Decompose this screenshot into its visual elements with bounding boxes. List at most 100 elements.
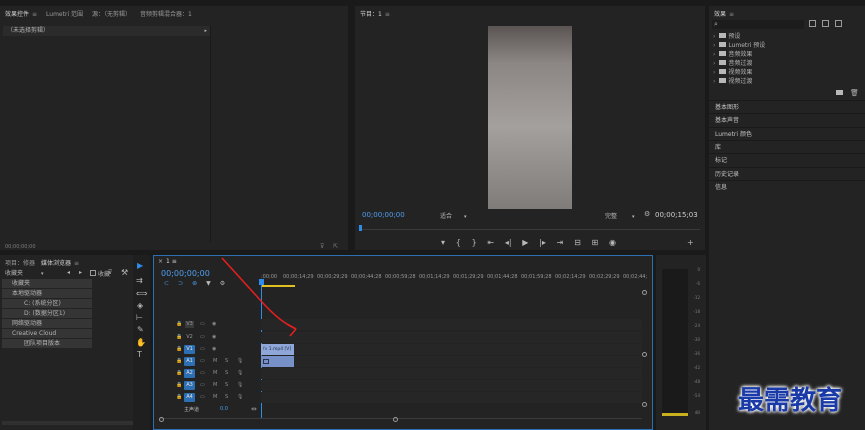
tree-item[interactable]: 收藏夹 <box>2 279 92 288</box>
lock-icon[interactable]: 🔒 <box>176 321 182 327</box>
track-label-a4[interactable]: A4 <box>184 393 195 402</box>
toggle-sync-icon[interactable]: ▭ <box>200 321 205 327</box>
video-clip[interactable]: fx 1.mp4 [V] <box>261 344 294 355</box>
type-tool-icon[interactable]: T <box>137 351 142 359</box>
mic-icon[interactable]: 🎙 <box>237 370 243 376</box>
mute-button[interactable]: M <box>213 358 217 364</box>
linked-selection-icon[interactable]: ⊃ <box>178 280 183 288</box>
panel-markers[interactable]: 标记 <box>709 153 865 166</box>
filter-icon[interactable]: ⊽ <box>108 269 112 276</box>
effects-search-input[interactable]: ⌕ <box>712 20 804 29</box>
mute-button[interactable]: M <box>213 394 217 400</box>
quality-dropdown[interactable]: 完整 ▾ <box>605 211 635 220</box>
track-label-v1[interactable]: V1 <box>184 345 195 354</box>
tab-sequence-1[interactable]: 1 ≡ <box>166 258 177 265</box>
effects-folder[interactable]: › 音频效果 <box>711 50 861 59</box>
slip-tool-icon[interactable]: ⊢ <box>136 314 143 322</box>
toggle-sync-icon[interactable]: ▭ <box>200 370 205 376</box>
wrench-icon[interactable]: ⚒ <box>121 269 128 277</box>
toggle-sync-icon[interactable]: ▭ <box>200 334 205 340</box>
tree-item[interactable]: D: (数据分区1) <box>2 309 92 318</box>
track-label-v3[interactable]: V3 <box>184 320 195 329</box>
tree-item[interactable]: 团队项目版本 <box>2 339 92 348</box>
mute-button[interactable]: M <box>213 370 217 376</box>
go-to-out-icon[interactable]: ⇥ <box>557 239 564 248</box>
track-lane-v2[interactable] <box>261 332 642 343</box>
track-lane-v1[interactable] <box>261 344 642 355</box>
effect-controls-timecode[interactable]: 00;00;00;00 <box>5 244 36 250</box>
mark-out-icon[interactable]: } <box>472 239 477 248</box>
track-lane-a3[interactable] <box>261 380 642 391</box>
lock-icon[interactable]: 🔒 <box>176 346 182 352</box>
tab-source[interactable]: 源：（无剪辑） <box>92 9 131 18</box>
toggle-sync-icon[interactable]: ▭ <box>200 358 205 364</box>
tab-audio-clip-mixer[interactable]: 音频剪辑混合器：1 <box>140 9 192 18</box>
mark-in-icon[interactable]: { <box>456 239 461 248</box>
timeline-ruler[interactable]: :00;00 00;00;14;29 00;00;29;29 00;00;44;… <box>261 272 647 288</box>
audio-clip[interactable] <box>261 356 294 367</box>
overwrite-icon[interactable]: ⊞ <box>592 239 599 248</box>
mic-icon[interactable]: 🎙 <box>237 382 243 388</box>
track-select-tool-icon[interactable]: ⇉ <box>136 277 143 285</box>
razor-tool-icon[interactable]: ◈ <box>137 302 143 310</box>
effects-folder[interactable]: › 视频过渡 <box>711 77 861 86</box>
tree-item[interactable]: 网络驱动器 <box>2 319 92 328</box>
tab-program[interactable]: 节目：1 ≡ <box>360 9 390 18</box>
effects-folder[interactable]: › Lumetri 预设 <box>711 41 861 50</box>
solo-button[interactable]: S <box>225 394 228 400</box>
track-label-a2[interactable]: A2 <box>184 369 195 378</box>
scroll-handle-left[interactable] <box>159 417 164 422</box>
export-icon[interactable]: ⇱ <box>333 243 338 250</box>
panel-essential-sound[interactable]: 基本声音 <box>709 113 865 126</box>
tree-item[interactable]: 本地驱动器 <box>2 289 92 298</box>
32bit-effects-icon[interactable] <box>822 20 829 27</box>
export-frame-icon[interactable]: ◉ <box>609 239 616 248</box>
favorites-dropdown[interactable]: 收藏夹 ▾ <box>3 269 63 278</box>
tree-item[interactable]: C: (系统分区) <box>2 299 92 308</box>
scroll-handle-right[interactable] <box>393 417 398 422</box>
back-icon[interactable]: ◂ <box>67 269 70 276</box>
effects-folder[interactable]: › 音频过渡 <box>711 59 861 68</box>
insert-icon[interactable]: ⊟ <box>574 239 581 248</box>
hand-tool-icon[interactable]: ✋ <box>136 339 146 347</box>
track-label-a1[interactable]: A1 <box>184 357 195 366</box>
step-back-icon[interactable]: ◂| <box>505 239 512 248</box>
tab-media-browser[interactable]: 媒体浏览器 ≡ <box>41 258 79 267</box>
play-icon[interactable]: ▶ <box>522 239 528 248</box>
effects-folder[interactable]: › 预设 <box>711 32 861 41</box>
panel-history[interactable]: 历史记录 <box>709 167 865 180</box>
track-lane-v3[interactable] <box>261 319 642 330</box>
track-lane-a4[interactable] <box>261 392 642 403</box>
step-forward-icon[interactable]: |▸ <box>539 239 546 248</box>
lock-icon[interactable]: 🔒 <box>176 334 182 340</box>
scroll-handle-top[interactable] <box>642 290 647 295</box>
forward-icon[interactable]: ▸ <box>79 269 82 276</box>
tab-effects[interactable]: 效果 ≡ <box>714 9 734 18</box>
new-bin-icon[interactable] <box>836 90 843 95</box>
mute-button[interactable]: M <box>213 382 217 388</box>
eye-icon[interactable]: ◉ <box>212 346 216 352</box>
selection-tool-icon[interactable]: ▶ <box>137 262 143 270</box>
track-lane-a2[interactable] <box>261 368 642 379</box>
add-marker-icon[interactable]: ▾ <box>441 239 445 248</box>
pen-tool-icon[interactable]: ✎ <box>137 326 144 334</box>
track-label-a3[interactable]: A3 <box>184 381 195 390</box>
track-lane-a1[interactable] <box>261 356 642 367</box>
accelerated-effects-icon[interactable] <box>809 20 816 27</box>
playhead-marker[interactable] <box>359 225 362 231</box>
toggle-sync-icon[interactable]: ▭ <box>200 346 205 352</box>
fit-dropdown[interactable]: 适合 ▾ <box>440 211 467 220</box>
expand-arrow-icon[interactable]: ▸ <box>204 26 207 36</box>
solo-button[interactable]: S <box>225 382 228 388</box>
program-scrub-bar[interactable] <box>359 225 700 233</box>
panel-essential-graphics[interactable]: 基本图形 <box>709 100 865 113</box>
snap-icon[interactable]: ⊂ <box>164 280 169 288</box>
panel-info[interactable]: 信息 <box>709 180 865 193</box>
effects-folder[interactable]: › 视频效果 <box>711 68 861 77</box>
settings-wrench-icon[interactable]: ⚙ <box>644 210 650 218</box>
ripple-edit-tool-icon[interactable]: ⟺ <box>136 290 147 298</box>
master-value[interactable]: 0.0 <box>220 406 228 412</box>
track-label-v2[interactable]: V2 <box>184 333 195 342</box>
toggle-sync-icon[interactable]: ▭ <box>200 382 205 388</box>
panel-libraries[interactable]: 库 <box>709 140 865 153</box>
